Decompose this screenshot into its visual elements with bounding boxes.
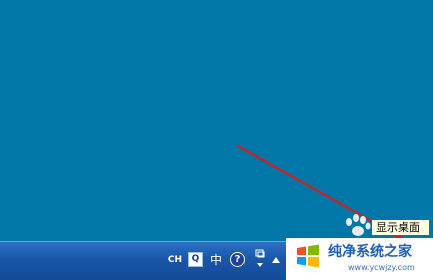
watermark: 纯净系统之家 www.ycwjzy.com: [286, 238, 433, 280]
watermark-url: www.ycwjzy.com: [348, 263, 415, 272]
windows-logo-icon: [297, 244, 319, 268]
tray-expand-icon[interactable]: [272, 256, 280, 264]
tooltip-text: 显示桌面: [376, 221, 420, 234]
help-icon[interactable]: ?: [230, 252, 245, 267]
paw-icon[interactable]: [343, 212, 371, 238]
ime-mode-toggle[interactable]: 中: [208, 252, 224, 268]
qq-input-icon[interactable]: Q: [188, 252, 203, 267]
ime-options-icon[interactable]: [254, 248, 266, 272]
show-desktop-tooltip: 显示桌面: [371, 219, 430, 236]
language-indicator[interactable]: CH: [167, 252, 183, 268]
watermark-title: 纯净系统之家: [328, 244, 412, 260]
